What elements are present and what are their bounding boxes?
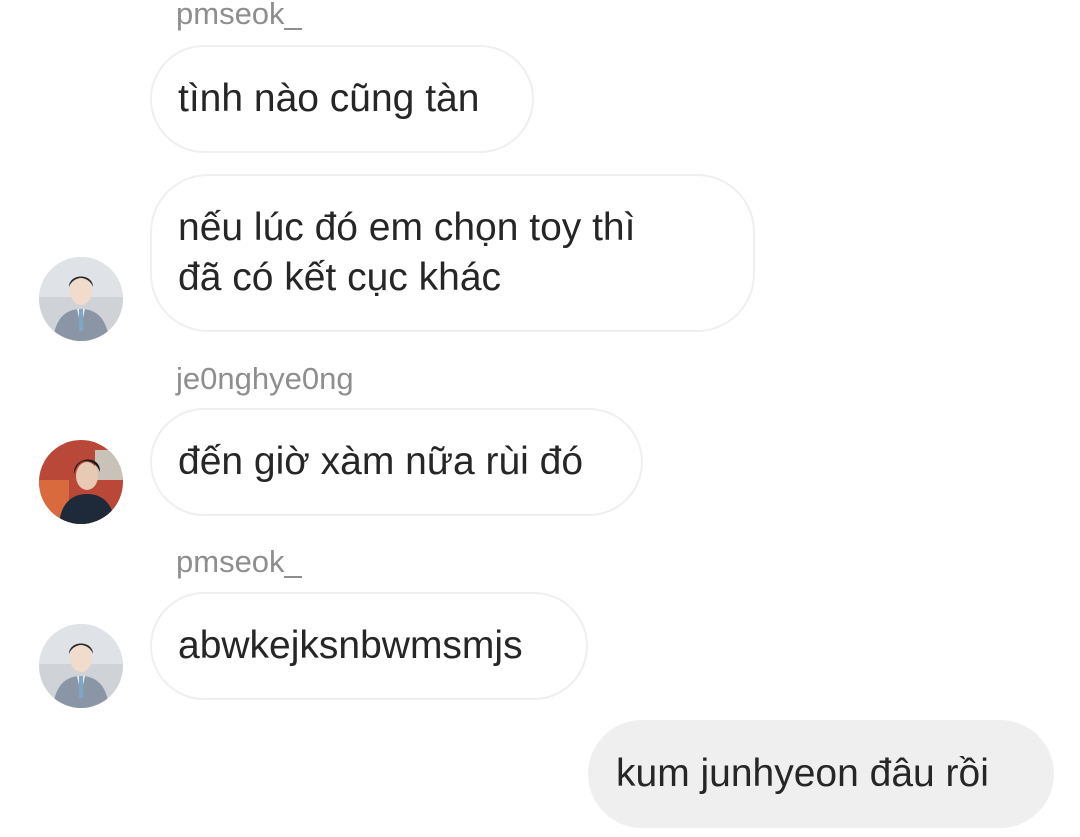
- sender-avatar[interactable]: [39, 440, 123, 524]
- sender-username: je0nghye0ng: [176, 361, 354, 396]
- message-text: kum junhyeon đâu rồi: [616, 752, 989, 795]
- message-text: đến giờ xàm nữa rùi đó: [178, 440, 584, 483]
- incoming-message-bubble[interactable]: tình nào cũng tàn: [150, 45, 534, 153]
- message-text: tình nào cũng tàn: [178, 77, 480, 120]
- sender-avatar[interactable]: [39, 257, 123, 341]
- user-avatar-photo-icon: [39, 624, 123, 708]
- sender-avatar[interactable]: [39, 624, 123, 708]
- sender-username: pmseok_: [176, 544, 302, 579]
- incoming-message-bubble[interactable]: abwkejksnbwmsmjs: [150, 592, 588, 700]
- message-text: nếu lúc đó em chọn toy thì đã có kết cục…: [178, 206, 636, 299]
- incoming-message-bubble[interactable]: đến giờ xàm nữa rùi đó: [150, 408, 643, 516]
- sender-username: pmseok_: [176, 0, 302, 31]
- user-avatar-photo-icon: [39, 257, 123, 341]
- outgoing-message-bubble[interactable]: kum junhyeon đâu rồi: [588, 720, 1054, 828]
- user-avatar-photo-icon: [39, 440, 123, 524]
- message-text: abwkejksnbwmsmjs: [178, 624, 523, 667]
- incoming-message-bubble[interactable]: nếu lúc đó em chọn toy thì đã có kết cục…: [150, 174, 755, 332]
